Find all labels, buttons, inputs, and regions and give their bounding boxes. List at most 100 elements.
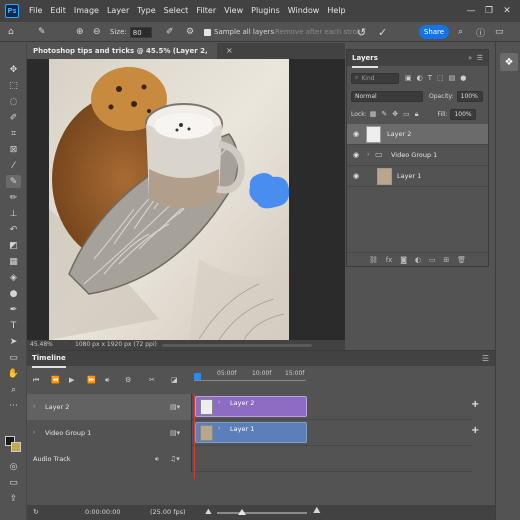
chevron-right-icon[interactable]: › bbox=[218, 399, 220, 406]
layers-panel-toggle-icon[interactable]: ❖ bbox=[500, 53, 518, 71]
track-options-icon[interactable]: ▤▾ bbox=[170, 420, 180, 446]
layer-style-icon[interactable]: fx bbox=[386, 256, 393, 264]
menu-plugins[interactable]: Plugins bbox=[247, 0, 284, 22]
kind-filter-select[interactable]: ⌕ Kind bbox=[351, 72, 399, 84]
pixel-filter-icon[interactable]: ▣ bbox=[405, 74, 412, 82]
lock-pixels-icon[interactable]: ✎ bbox=[381, 110, 387, 118]
filter-toggle-icon[interactable]: ● bbox=[460, 74, 466, 82]
chevron-right-icon[interactable]: › bbox=[33, 394, 35, 420]
document-tab[interactable]: Photoshop tips and tricks @ 45.5% (Layer… bbox=[27, 43, 217, 71]
audio-icon[interactable]: 🔊︎ bbox=[105, 376, 109, 385]
quick-select-icon[interactable]: ✐ bbox=[6, 111, 21, 124]
hand-tool-icon[interactable]: ✋ bbox=[6, 367, 21, 380]
brush-settings-icon[interactable]: ✐ bbox=[166, 22, 174, 42]
move-tool-icon[interactable]: ✥ bbox=[6, 63, 21, 76]
zoom-slider-knob[interactable] bbox=[238, 509, 246, 515]
current-timecode[interactable]: 0:00:00:00 bbox=[85, 508, 121, 516]
track-options-icon[interactable]: ▤▾ bbox=[170, 394, 180, 420]
layer-row-video-group-1[interactable]: ◉ › ▭ Video Group 1 bbox=[347, 145, 488, 166]
transition-icon[interactable]: ◪ bbox=[171, 376, 178, 384]
subtract-mask-icon[interactable]: ⊖ bbox=[93, 22, 101, 42]
screen-mode-icon[interactable]: ▭ bbox=[6, 476, 21, 489]
menu-view[interactable]: View bbox=[220, 0, 247, 22]
rectangle-tool-icon[interactable]: ▭ bbox=[6, 351, 21, 364]
pen-tool-icon[interactable]: ✒ bbox=[6, 303, 21, 316]
remove-tool-icon[interactable]: ✎ bbox=[6, 175, 21, 188]
menu-type[interactable]: Type bbox=[133, 0, 159, 22]
chevron-right-icon[interactable]: › bbox=[218, 425, 220, 432]
document-image[interactable] bbox=[49, 59, 289, 340]
layers-panel-title[interactable]: Layers bbox=[352, 50, 378, 68]
lock-transparency-icon[interactable]: ▦ bbox=[370, 110, 377, 118]
smart-object-filter-icon[interactable]: ▤ bbox=[449, 74, 456, 82]
track-header[interactable]: › Video Group 1 ▤▾ bbox=[27, 420, 192, 446]
layer-row-layer-2[interactable]: ◉ Layer 2 bbox=[347, 124, 488, 145]
menu-image[interactable]: Image bbox=[70, 0, 103, 22]
new-layer-icon[interactable]: ⊞ bbox=[443, 256, 449, 264]
clip-layer-2[interactable]: › Layer 2 bbox=[195, 396, 307, 417]
split-clip-icon[interactable]: ✂ bbox=[149, 376, 155, 384]
zoom-level[interactable]: 45.48% bbox=[30, 341, 53, 348]
artboard-lock-icon[interactable]: ▭ bbox=[403, 110, 410, 118]
menu-help[interactable]: Help bbox=[323, 0, 349, 22]
delete-layer-icon[interactable]: 🗑︎ bbox=[457, 256, 466, 264]
zoom-in-icon[interactable]: ⛰ bbox=[313, 506, 321, 516]
horizontal-scrollbar[interactable] bbox=[162, 344, 312, 347]
frame-tool-icon[interactable]: ⊠ bbox=[6, 143, 21, 156]
type-filter-icon[interactable]: T bbox=[428, 74, 432, 82]
crop-tool-icon[interactable]: ⌗ bbox=[6, 127, 21, 140]
zoom-out-icon[interactable]: ⛰ bbox=[205, 507, 212, 517]
adjustment-filter-icon[interactable]: ◐ bbox=[417, 74, 423, 82]
track-header[interactable]: Audio Track 🔉︎ ♫▾ bbox=[27, 446, 192, 472]
render-video-icon[interactable]: ↻ bbox=[33, 508, 39, 516]
menu-select[interactable]: Select bbox=[160, 0, 193, 22]
shape-filter-icon[interactable]: ⬚ bbox=[437, 74, 444, 82]
chevron-right-icon[interactable]: › bbox=[367, 151, 369, 158]
menu-filter[interactable]: Filter bbox=[192, 0, 220, 22]
visibility-eye-icon[interactable]: ◉ bbox=[353, 151, 359, 159]
fill-input[interactable]: 100% bbox=[450, 108, 477, 120]
previous-frame-icon[interactable]: ⏪ bbox=[51, 376, 60, 384]
share-layers-icon[interactable]: ⇪ bbox=[6, 492, 21, 505]
close-document-icon[interactable]: × bbox=[226, 43, 233, 59]
playhead-handle[interactable] bbox=[194, 373, 201, 380]
brush-size-control[interactable]: Size: 80 bbox=[110, 22, 152, 42]
panel-menu-icon[interactable]: » ☰ bbox=[468, 50, 483, 66]
music-note-icon[interactable]: ♫▾ bbox=[170, 446, 180, 472]
eyedropper-icon[interactable]: ⁄ bbox=[6, 159, 21, 172]
lasso-tool-icon[interactable]: ◌ bbox=[6, 95, 21, 108]
help-icon[interactable]: ⓘ bbox=[476, 22, 485, 42]
home-icon[interactable]: ⌂ bbox=[8, 22, 14, 42]
menu-layer[interactable]: Layer bbox=[103, 0, 133, 22]
undo-icon[interactable]: ↺ bbox=[357, 22, 366, 42]
go-to-first-frame-icon[interactable]: ⏮ bbox=[33, 376, 39, 385]
clone-stamp-icon[interactable]: ⊥ bbox=[6, 207, 21, 220]
menu-file[interactable]: File bbox=[25, 0, 46, 22]
zoom-tool-icon[interactable]: ⌕ bbox=[6, 383, 21, 396]
add-to-mask-icon[interactable]: ⊕ bbox=[76, 22, 84, 42]
track-header[interactable]: › Layer 2 ▤▾ bbox=[27, 394, 192, 420]
history-brush-icon[interactable]: ↶ bbox=[6, 223, 21, 236]
background-color-swatch[interactable] bbox=[11, 442, 21, 452]
gradient-icon[interactable]: ▦ bbox=[6, 255, 21, 268]
quick-mask-icon[interactable]: ◎ bbox=[6, 460, 21, 473]
close-window-button[interactable]: ✕ bbox=[498, 0, 516, 22]
document-info[interactable]: 1080 px x 1920 px (72 ppi) bbox=[75, 341, 157, 348]
menu-edit[interactable]: Edit bbox=[46, 0, 70, 22]
add-media-button[interactable]: + bbox=[471, 425, 479, 436]
maximize-button[interactable]: ❐ bbox=[480, 0, 498, 22]
visibility-eye-icon[interactable]: ◉ bbox=[353, 172, 359, 180]
dodge-tool-icon[interactable]: ● bbox=[6, 287, 21, 300]
opacity-input[interactable]: 100% bbox=[456, 90, 483, 102]
timeline-zoom-slider[interactable] bbox=[217, 509, 307, 515]
checkmark-icon[interactable]: ✓ bbox=[378, 22, 387, 42]
eraser-icon[interactable]: ◩ bbox=[6, 239, 21, 252]
path-select-icon[interactable]: ➤ bbox=[6, 335, 21, 348]
marquee-tool-icon[interactable]: ⬚ bbox=[6, 79, 21, 92]
minimize-button[interactable]: — bbox=[462, 0, 480, 22]
menu-window[interactable]: Window bbox=[284, 0, 324, 22]
link-layers-icon[interactable]: ⛓ bbox=[369, 256, 378, 264]
brush-tool-icon[interactable]: ✏ bbox=[6, 191, 21, 204]
work-area-bar[interactable] bbox=[194, 380, 306, 388]
size-input[interactable]: 80 bbox=[129, 26, 152, 38]
